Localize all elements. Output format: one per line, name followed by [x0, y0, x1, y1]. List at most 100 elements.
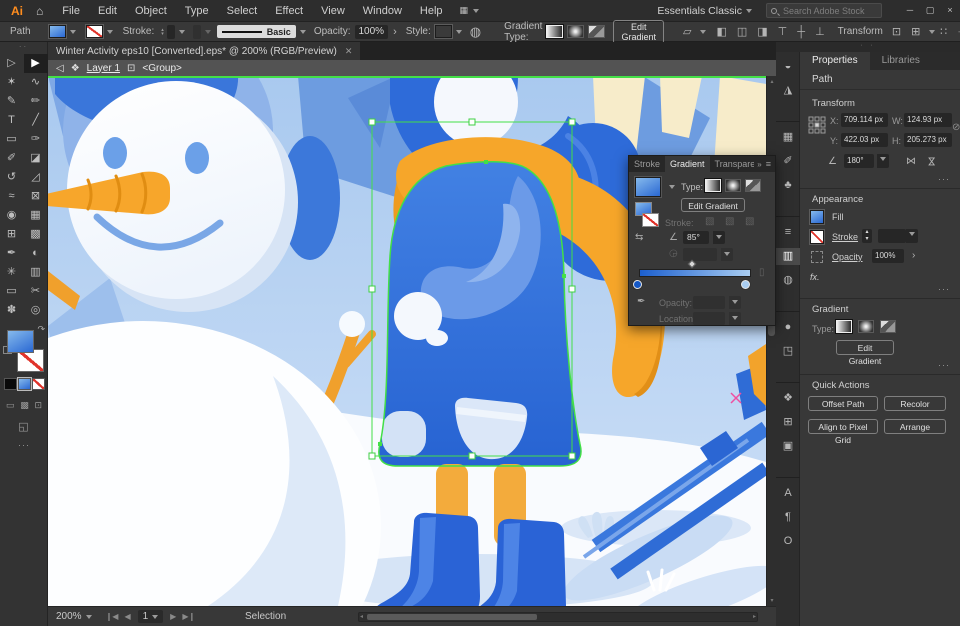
gradient-slider[interactable]: [639, 269, 751, 277]
y-field[interactable]: 422.03 px: [841, 133, 888, 147]
gp-opacity-caret-icon[interactable]: [729, 296, 741, 309]
gp-location-field[interactable]: [693, 312, 725, 325]
tool-lasso[interactable]: ∿: [24, 73, 48, 92]
flip-vertical-icon[interactable]: ⋈: [926, 157, 937, 167]
tool-slice[interactable]: ✂: [24, 282, 48, 301]
stroke-color-swatch[interactable]: [84, 24, 104, 39]
opacity-options-icon[interactable]: ›: [393, 26, 397, 38]
constrain-proportions-icon[interactable]: ⊘: [952, 122, 960, 133]
tool-mesh[interactable]: ⊞: [0, 225, 24, 244]
back-arrow-icon[interactable]: ◁: [56, 63, 64, 74]
appearance-fill-label[interactable]: Fill: [832, 212, 844, 222]
tool-free-transform[interactable]: ⊠: [24, 187, 48, 206]
tab-gradient[interactable]: Gradient: [665, 156, 710, 172]
tab-stroke[interactable]: Stroke: [629, 156, 665, 172]
tool-gradient[interactable]: ▩: [24, 225, 48, 244]
quick-action-align-to-pixel-grid[interactable]: Align to Pixel Grid: [808, 419, 878, 445]
flip-horizontal-icon[interactable]: ⋈: [906, 156, 916, 167]
arrange-documents-icon[interactable]: ▦: [460, 5, 480, 16]
tool-type[interactable]: T: [0, 111, 24, 130]
style-swatch[interactable]: [433, 24, 453, 39]
tool-paintbrush[interactable]: ✑: [24, 130, 48, 149]
brush-definition[interactable]: Basic: [216, 25, 296, 38]
stroke-weight-stepper[interactable]: ▴ ▾: [862, 229, 872, 243]
gp-stroke-proxy[interactable]: [642, 213, 659, 227]
stroke-weight-caret-icon[interactable]: [906, 229, 918, 243]
isolate-icon[interactable]: ⊞: [911, 25, 920, 38]
reference-point-selector[interactable]: [808, 116, 826, 134]
panel-icon-symbols[interactable]: ♣: [776, 177, 800, 217]
gp-aspect-caret-icon[interactable]: [721, 248, 733, 261]
stroke-stepper[interactable]: ▴ ▾: [161, 27, 164, 36]
gp-eyedropper-icon[interactable]: ✒: [637, 296, 645, 307]
panel-icon-layers[interactable]: ❖: [776, 390, 800, 407]
edit-toolbar-icon[interactable]: ···: [0, 440, 48, 450]
menu-window[interactable]: Window: [354, 5, 411, 17]
search-input[interactable]: [781, 4, 871, 17]
panel-icon-transparency[interactable]: ◍: [776, 272, 800, 312]
artboard-number-field[interactable]: 1: [137, 610, 164, 623]
edit-gradient-button-panel[interactable]: Edit Gradient: [836, 340, 894, 366]
menu-select[interactable]: Select: [218, 5, 267, 17]
menu-edit[interactable]: Edit: [89, 5, 126, 17]
tool-scale[interactable]: ◿: [24, 168, 48, 187]
gradient-radial-button[interactable]: [858, 320, 874, 333]
w-field[interactable]: 124.93 px: [904, 113, 952, 127]
fx-button[interactable]: fx.: [810, 272, 820, 282]
none-button[interactable]: [31, 378, 45, 390]
tool-width[interactable]: ≈: [0, 187, 24, 206]
menu-type[interactable]: Type: [176, 5, 218, 17]
align-left-icon[interactable]: ◧: [716, 25, 726, 38]
quick-action-offset-path[interactable]: Offset Path: [808, 396, 878, 411]
tool-blend[interactable]: ◐: [24, 244, 48, 263]
rotation-field[interactable]: 180°: [844, 154, 874, 168]
tool-pen[interactable]: ✎: [0, 92, 24, 111]
tab-libraries[interactable]: Libraries: [870, 52, 932, 70]
panel-icon-character[interactable]: A: [776, 485, 800, 502]
panel-icon-color-guide[interactable]: ◮: [776, 82, 800, 122]
gradient-stop-left[interactable]: [633, 280, 642, 289]
close-document-icon[interactable]: ✕: [345, 46, 353, 57]
menu-view[interactable]: View: [312, 5, 354, 17]
edit-gradient-button[interactable]: Edit Gradient: [613, 19, 664, 44]
panel-icon-artboards[interactable]: ⊞: [776, 414, 800, 431]
menu-help[interactable]: Help: [411, 5, 452, 17]
gp-radial-button[interactable]: [725, 179, 741, 192]
transform-label[interactable]: Transform: [838, 26, 883, 37]
gp-location-caret-icon[interactable]: [729, 312, 741, 325]
horizontal-scroll-thumb[interactable]: [367, 614, 537, 620]
menu-file[interactable]: File: [53, 5, 89, 17]
toolbar-drag-handle[interactable]: ··: [0, 42, 47, 54]
last-artboard-icon[interactable]: ▶❙: [182, 612, 195, 621]
gradient-type-linear-button[interactable]: [545, 24, 565, 39]
gp-opacity-field[interactable]: [693, 296, 725, 309]
reverse-gradient-icon[interactable]: ⇆: [635, 232, 643, 243]
shape-options-icon[interactable]: ▱: [683, 25, 691, 38]
gp-freeform-button[interactable]: [745, 179, 761, 192]
gradient-stop-right[interactable]: [741, 280, 750, 289]
appearance-opacity-label[interactable]: Opacity: [832, 252, 863, 262]
gp-angle-caret-icon[interactable]: [713, 231, 725, 244]
tool-perspective-grid[interactable]: ▦: [24, 206, 48, 225]
color-button[interactable]: [3, 378, 17, 390]
window-close[interactable]: ×: [940, 5, 960, 16]
menu-object[interactable]: Object: [126, 5, 176, 17]
opacity-field[interactable]: 100%: [354, 24, 389, 39]
panel-icon-color[interactable]: ◒: [776, 58, 800, 75]
align-bottom-icon[interactable]: ⊥: [815, 25, 825, 38]
stroke-weight-field[interactable]: [166, 24, 175, 39]
gradient-preview-swatch[interactable]: [634, 176, 662, 198]
window-minimize[interactable]: ─: [900, 5, 920, 16]
tool-rotate[interactable]: ↺: [0, 168, 24, 187]
draw-behind-icon[interactable]: ▩: [20, 400, 29, 411]
breadcrumb-group[interactable]: <Group>: [142, 63, 181, 74]
scroll-left-icon[interactable]: ◂: [360, 613, 363, 621]
align-center-icon[interactable]: ◫: [737, 25, 747, 38]
tool-graph[interactable]: ▥: [24, 263, 48, 282]
panel-icon-brushes[interactable]: ✐: [776, 153, 800, 170]
tool-curvature[interactable]: ✏: [24, 92, 48, 111]
menu-effect[interactable]: Effect: [266, 5, 312, 17]
appearance-more-options[interactable]: ···: [938, 284, 950, 294]
zoom-level-dropdown[interactable]: 200%: [56, 611, 92, 622]
tool-pencil[interactable]: ✐: [0, 149, 24, 168]
